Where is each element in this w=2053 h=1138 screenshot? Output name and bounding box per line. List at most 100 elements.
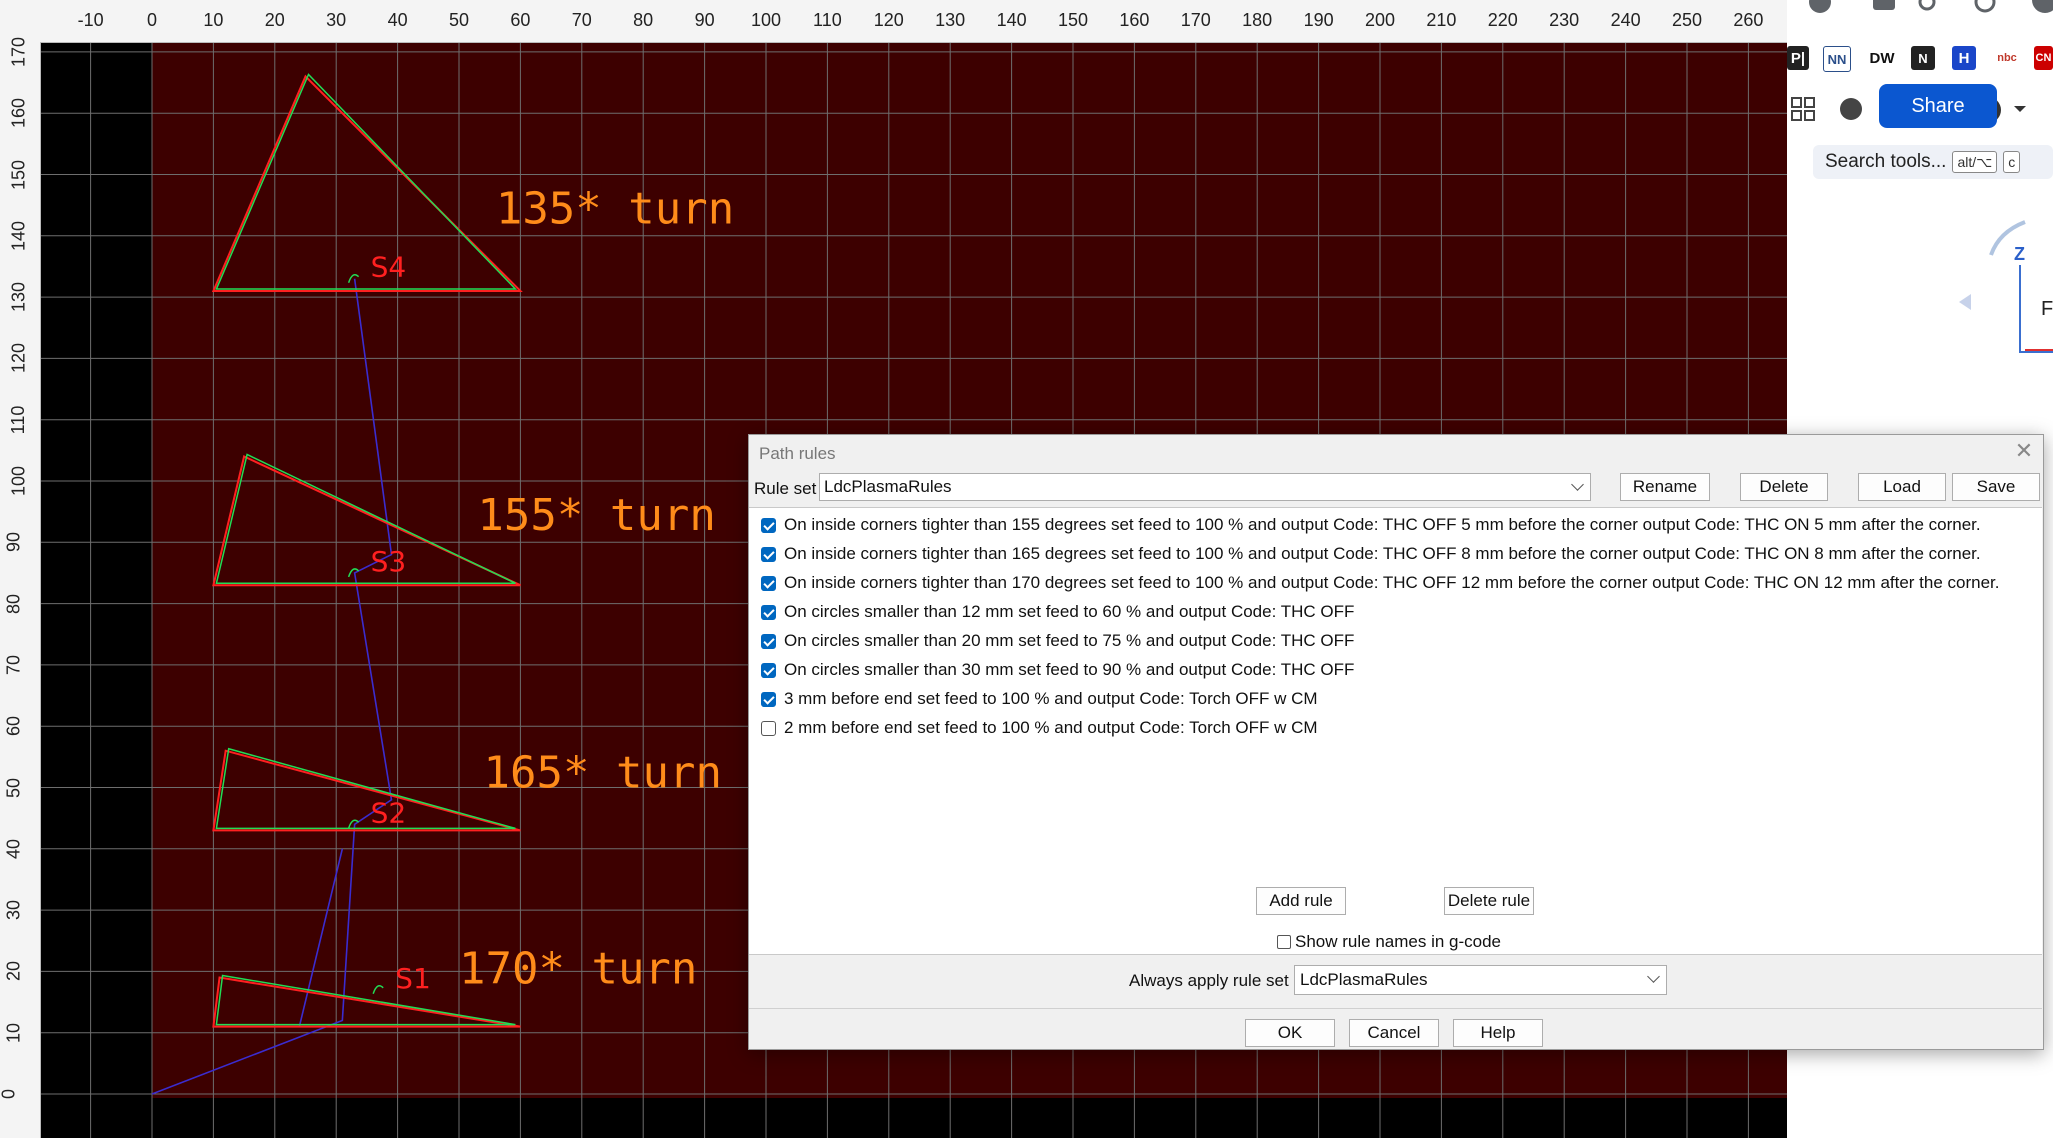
ruler-tick-x: 140 xyxy=(996,10,1027,30)
ruleset-value: LdcPlasmaRules xyxy=(824,477,952,496)
ruleset-select[interactable]: LdcPlasmaRules xyxy=(819,473,1591,501)
ruler-tick-x: 60 xyxy=(510,10,531,30)
start-label: S1 xyxy=(395,962,431,995)
start-label: S4 xyxy=(371,251,407,284)
ruler-tick-x: 200 xyxy=(1364,10,1396,30)
ruler-tick-y: 120 xyxy=(8,343,29,374)
key-icon[interactable] xyxy=(1918,0,1936,11)
turn-label: 155* turn xyxy=(477,490,715,541)
ruler-tick-y: 40 xyxy=(3,838,24,859)
delete-button[interactable]: Delete xyxy=(1740,473,1828,501)
shortcut-key-c: c xyxy=(2003,151,2021,173)
rule-checkbox[interactable] xyxy=(761,633,776,649)
ruler-tick-x: 10 xyxy=(203,10,224,30)
ruler-tick-x: 220 xyxy=(1487,10,1518,30)
ruler-tick-y: 60 xyxy=(3,716,24,737)
load-button[interactable]: Load xyxy=(1858,473,1946,501)
ruler-tick-x: 180 xyxy=(1242,10,1273,30)
ruler-tick-x: -10 xyxy=(77,10,104,30)
ruler-tick-x: 30 xyxy=(326,10,347,30)
print-icon[interactable] xyxy=(1873,0,1895,10)
bookmark-nbc[interactable]: nbc xyxy=(1992,46,2022,70)
rule-checkbox[interactable] xyxy=(761,575,776,591)
search-tools-box[interactable]: Search tools... alt/⌥ c xyxy=(1813,145,2053,179)
nav-left-icon[interactable] xyxy=(1959,294,1971,310)
ruler-tick-x: 0 xyxy=(146,10,158,30)
rule-row[interactable]: On inside corners tighter than 155 degre… xyxy=(761,513,1981,537)
rule-checkbox[interactable] xyxy=(761,691,776,707)
rule-row[interactable]: 2 mm before end set feed to 100 % and ou… xyxy=(761,716,1318,740)
close-icon[interactable]: ✕ xyxy=(2013,440,2035,462)
ok-button[interactable]: OK xyxy=(1245,1019,1335,1047)
palette-icon[interactable] xyxy=(1840,98,1862,120)
profile-icon[interactable] xyxy=(2032,0,2053,13)
bookmark-news[interactable]: N xyxy=(1911,46,1935,70)
ruler-tick-x: 210 xyxy=(1426,10,1457,30)
delete-rule-button[interactable]: Delete rule xyxy=(1444,887,1534,915)
ruler-tick-x: 260 xyxy=(1733,10,1764,30)
rule-row[interactable]: 3 mm before end set feed to 100 % and ou… xyxy=(761,687,1318,711)
rule-text: On inside corners tighter than 170 degre… xyxy=(784,573,2000,592)
vertical-ruler: 170 160 150 140 130 120 110 100 90 80 70 60 50 40 30 20… xyxy=(0,37,41,1138)
search-tools-label: Search tools... xyxy=(1825,151,1947,172)
black-margin xyxy=(40,42,152,1138)
help-dropdown-icon[interactable] xyxy=(2014,106,2026,112)
ruler-tick-x: 240 xyxy=(1610,10,1641,30)
turn-label: 135* turn xyxy=(496,184,734,235)
bookmark-h[interactable]: H xyxy=(1952,46,1976,70)
rule-checkbox[interactable] xyxy=(761,546,776,562)
bookmark-cn[interactable]: CN xyxy=(2034,46,2053,70)
rule-text: 2 mm before end set feed to 100 % and ou… xyxy=(784,718,1318,737)
rename-button[interactable]: Rename xyxy=(1620,473,1710,501)
always-apply-select[interactable]: LdcPlasmaRules xyxy=(1294,965,1667,995)
rule-row[interactable]: On circles smaller than 20 mm set feed t… xyxy=(761,629,1354,653)
rule-text: On inside corners tighter than 165 degre… xyxy=(784,544,1981,563)
ruler-tick-y: 100 xyxy=(8,465,29,497)
cancel-button[interactable]: Cancel xyxy=(1349,1019,1439,1047)
rule-checkbox[interactable] xyxy=(761,604,776,620)
ruler-tick-x: 130 xyxy=(935,10,966,30)
share-button[interactable]: Share xyxy=(1879,84,1997,128)
rule-row[interactable]: On circles smaller than 12 mm set feed t… xyxy=(761,600,1354,624)
settings-icon[interactable] xyxy=(1974,0,1996,13)
ruler-tick-x: 230 xyxy=(1549,10,1580,30)
start-label: S2 xyxy=(371,796,407,829)
rule-text: On inside corners tighter than 155 degre… xyxy=(784,515,1981,534)
rule-checkbox[interactable] xyxy=(761,662,776,678)
apps-grid-icon[interactable] xyxy=(1791,97,1815,121)
ruler-tick-x: 120 xyxy=(873,10,904,30)
ruler-tick-y: 50 xyxy=(3,777,24,798)
ruler-tick-y: 170 xyxy=(8,36,29,67)
bookmark-p[interactable]: P| xyxy=(1787,46,1809,70)
start-label: S3 xyxy=(371,545,407,578)
add-rule-button[interactable]: Add rule xyxy=(1256,887,1346,915)
ruler-tick-x: 70 xyxy=(571,10,592,30)
ruler-tick-x: 50 xyxy=(448,10,470,30)
ruler-tick-x: 90 xyxy=(694,10,715,30)
ruler-tick-y: 0 xyxy=(0,1088,19,1100)
checkbox-box[interactable] xyxy=(1277,935,1291,949)
rule-row[interactable]: On inside corners tighter than 170 degre… xyxy=(761,571,2000,595)
show-rule-names-checkbox[interactable]: Show rule names in g-code xyxy=(1277,932,1501,952)
rule-row[interactable]: On inside corners tighter than 165 degre… xyxy=(761,542,1981,566)
rule-checkbox[interactable] xyxy=(761,517,776,533)
shortcut-key-alt: alt/⌥ xyxy=(1952,151,1998,173)
extension-icon[interactable] xyxy=(1809,0,1831,13)
chevron-down-icon xyxy=(1571,478,1584,491)
always-apply-label: Always apply rule set xyxy=(1129,971,1289,990)
path-rules-dialog: Path rules ✕ Rule set LdcPlasmaRules Ren… xyxy=(748,434,2044,1050)
help-button[interactable]: Help xyxy=(1453,1019,1543,1047)
ruler-tick-x: 80 xyxy=(633,10,654,30)
ruler-tick-y: 110 xyxy=(7,405,28,435)
bookmark-dw[interactable]: DW xyxy=(1867,46,1897,70)
turn-label: 165* turn xyxy=(484,748,722,799)
show-rule-names-label: Show rule names in g-code xyxy=(1295,932,1502,951)
chevron-down-icon xyxy=(1647,970,1660,983)
bookmark-nn[interactable]: NN xyxy=(1823,46,1851,72)
ruleset-label: Rule set xyxy=(754,479,817,498)
rule-row[interactable]: On circles smaller than 30 mm set feed t… xyxy=(761,658,1354,682)
save-button[interactable]: Save xyxy=(1952,473,2040,501)
ruler-tick-x: 250 xyxy=(1671,10,1703,30)
rules-list[interactable]: On inside corners tighter than 155 degre… xyxy=(749,507,2042,955)
rule-checkbox[interactable] xyxy=(761,720,776,736)
